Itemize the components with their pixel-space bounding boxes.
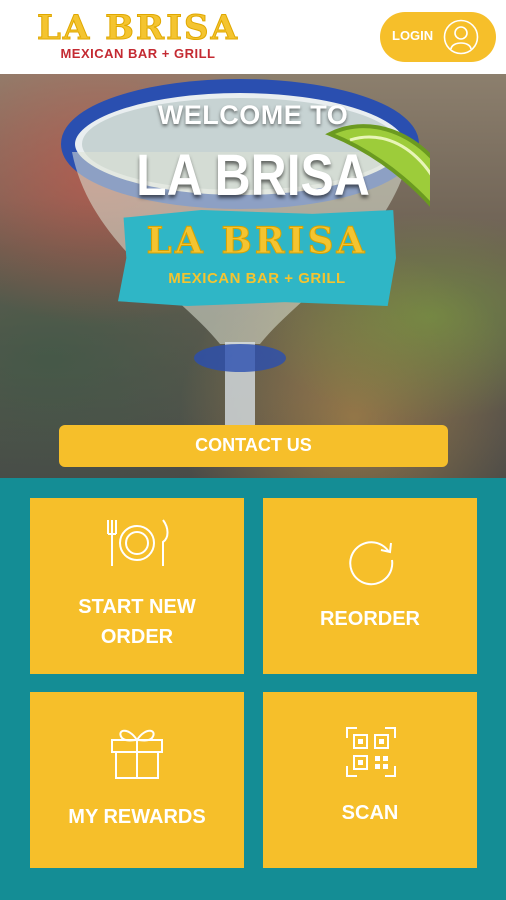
tile-label: START NEW <box>78 596 196 618</box>
gift-icon <box>111 729 163 779</box>
scan-tile[interactable]: SCAN <box>263 692 477 868</box>
user-icon <box>443 19 479 55</box>
contact-us-button[interactable]: CONTACT US <box>59 425 448 467</box>
start-new-order-tile[interactable]: START NEW ORDER <box>30 498 244 674</box>
brand-badge: LA BRISA MEXICAN BAR + GRILL <box>118 210 396 306</box>
badge-title: LA BRISA <box>146 220 368 263</box>
brand-subtitle: MEXICAN BAR + GRILL <box>60 46 216 61</box>
login-button[interactable]: LOGIN <box>380 12 496 62</box>
hero-banner: WELCOME TO LA BRISA LA BRISA MEXICAN BAR… <box>0 74 506 478</box>
login-label: LOGIN <box>392 28 434 43</box>
refresh-icon <box>349 541 394 586</box>
welcome-name: LA BRISA <box>136 143 370 208</box>
tile-label-line2: ORDER <box>100 626 174 648</box>
badge-subtitle: MEXICAN BAR + GRILL <box>168 270 346 287</box>
brand-title: LA BRISA <box>37 8 239 49</box>
contact-us-label: CONTACT US <box>195 435 312 455</box>
my-rewards-tile[interactable]: MY REWARDS <box>30 692 244 868</box>
tile-label: MY REWARDS <box>68 806 206 828</box>
plate-utensils-icon <box>107 519 169 566</box>
welcome-heading: WELCOME TO <box>157 100 349 130</box>
tile-label: SCAN <box>341 802 399 824</box>
app-header: LA BRISA MEXICAN BAR + GRILL LOGIN <box>0 0 506 74</box>
tile-label: REORDER <box>319 608 420 630</box>
qr-code-icon <box>346 727 396 777</box>
brand-logo: LA BRISA MEXICAN BAR + GRILL <box>18 8 258 66</box>
reorder-tile[interactable]: REORDER <box>263 498 477 674</box>
action-grid: START NEW ORDER REORDER MY REWARDS SCAN <box>0 478 506 900</box>
